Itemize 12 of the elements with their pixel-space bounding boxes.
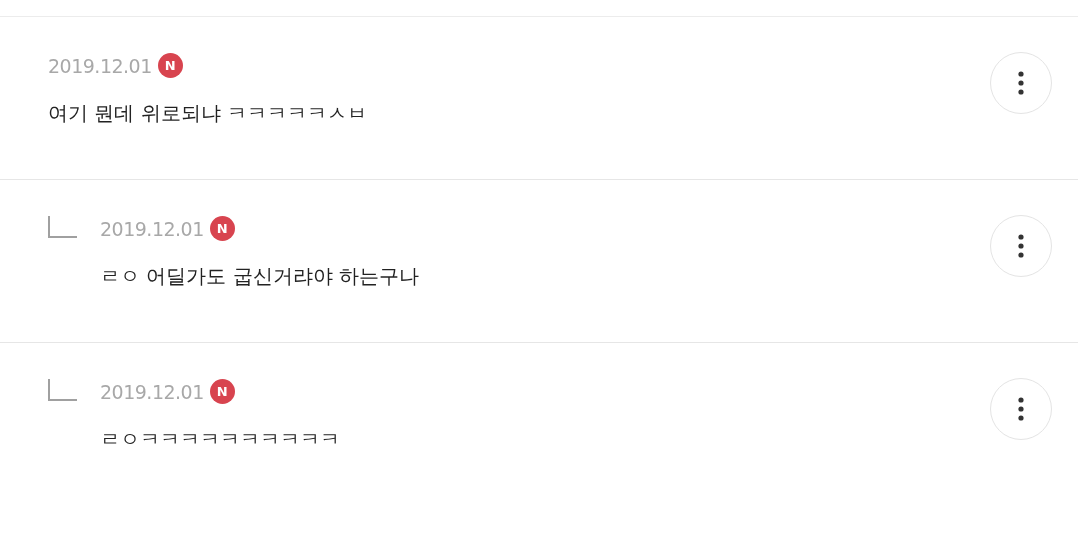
- comment-date: 2019.12.01: [48, 54, 152, 77]
- new-badge: N: [157, 53, 183, 78]
- comment-text: ㄹㅇ 어딜가도 굽신거랴야 하는구나: [100, 263, 421, 290]
- comment-date: 2019.12.01: [100, 380, 204, 403]
- vertical-dots-icon: [1018, 71, 1024, 95]
- vertical-dots-icon: [1018, 397, 1024, 421]
- comment-text: ㄹㅇㅋㅋㅋㅋㅋㅋㅋㅋㅋㅋ: [100, 426, 341, 453]
- comment-text: 여기 뭔데 위로되냐 ㅋㅋㅋㅋㅋㅅㅂ: [48, 100, 369, 127]
- comment-date: 2019.12.01: [100, 217, 204, 240]
- vertical-dots-icon: [1018, 234, 1024, 258]
- new-badge: N: [209, 379, 235, 404]
- new-badge: N: [209, 216, 235, 241]
